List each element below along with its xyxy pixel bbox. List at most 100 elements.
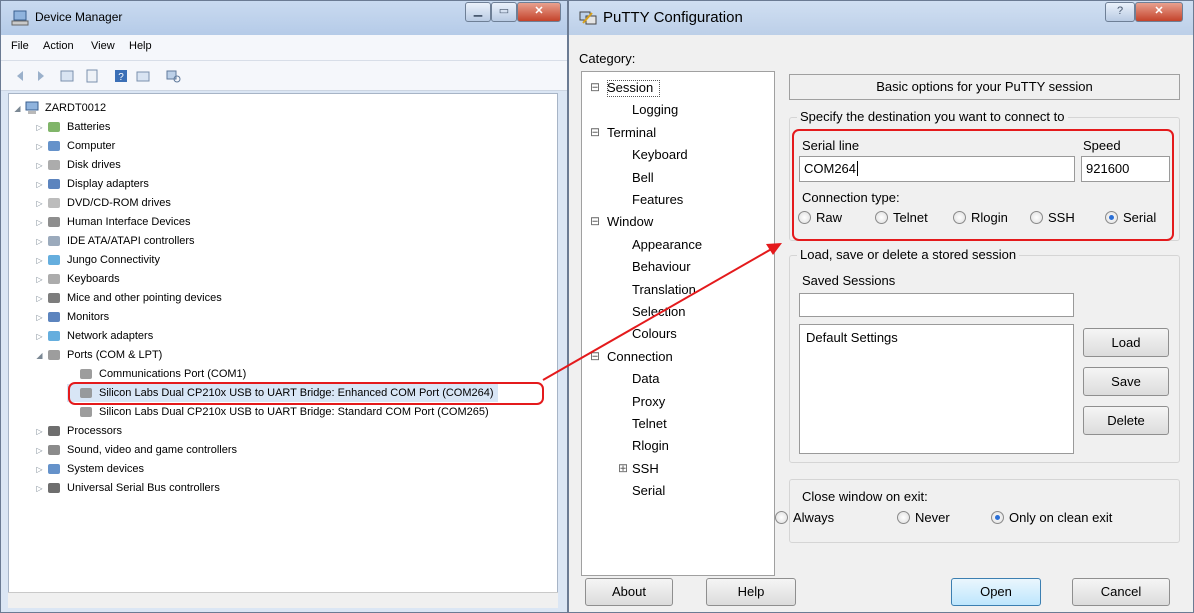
expand-icon[interactable]: ▷ (35, 199, 44, 208)
category-features[interactable]: Features (632, 192, 683, 207)
category-translation[interactable]: Translation (632, 282, 696, 297)
category-telnet[interactable]: Telnet (632, 416, 667, 431)
device-category[interactable]: ▷ Display adapters (35, 175, 149, 193)
expand-icon[interactable]: ▷ (35, 313, 44, 322)
category-keyboard[interactable]: Keyboard (632, 147, 688, 162)
category-connection[interactable]: Connection (607, 349, 673, 364)
category-appearance[interactable]: Appearance (632, 237, 702, 252)
category-behaviour[interactable]: Behaviour (632, 259, 691, 274)
category-window[interactable]: Window (607, 214, 653, 229)
collapse-icon[interactable]: ⊟ (590, 214, 600, 228)
collapse-icon[interactable]: ⊟ (590, 80, 600, 94)
expand-icon[interactable]: ▷ (35, 446, 44, 455)
device-category[interactable]: ▷ Monitors (35, 308, 109, 326)
close-never-radio[interactable]: Never (897, 510, 950, 525)
collapse-icon[interactable]: ◢ (35, 351, 44, 360)
device-category[interactable]: ▷ Universal Serial Bus controllers (35, 479, 219, 497)
menu-help[interactable]: Help (129, 40, 152, 52)
saved-session-input[interactable] (799, 293, 1074, 317)
expand-icon[interactable]: ▷ (35, 180, 44, 189)
help-icon[interactable]: ? (113, 68, 129, 84)
device-category[interactable]: ▷ Keyboards (35, 270, 119, 288)
category-selection[interactable]: Selection (632, 304, 685, 319)
expand-icon[interactable]: ▷ (35, 332, 44, 341)
category-data[interactable]: Data (632, 371, 659, 386)
device-category[interactable]: ▷ Disk drives (35, 156, 120, 174)
back-icon[interactable] (13, 68, 29, 84)
device-category[interactable]: ▷ Sound, video and game controllers (35, 441, 237, 459)
close-only-on-clean-exit-radio[interactable]: Only on clean exit (991, 510, 1112, 525)
device-item[interactable]: Silicon Labs Dual CP210x USB to UART Bri… (67, 403, 489, 421)
show-hidden-icon[interactable] (84, 68, 100, 84)
scan-hardware-icon[interactable] (165, 68, 181, 84)
device-category[interactable]: ▷ IDE ATA/ATAPI controllers (35, 232, 195, 250)
about-button[interactable]: About (585, 578, 673, 606)
device-category[interactable]: ▷ Network adapters (35, 327, 153, 345)
close-always-radio[interactable]: Always (775, 510, 834, 525)
putty-close-button[interactable]: ✕ (1135, 2, 1183, 22)
close-button[interactable]: ✕ (517, 2, 561, 22)
panel-header: Basic options for your PuTTY session (789, 74, 1180, 100)
expand-icon[interactable]: ▷ (35, 294, 44, 303)
expand-icon[interactable]: ▷ (35, 161, 44, 170)
category-serial[interactable]: Serial (632, 483, 665, 498)
session-default-settings[interactable]: Default Settings (800, 325, 1073, 350)
category-bell[interactable]: Bell (632, 170, 654, 185)
menu-file[interactable]: File (11, 40, 29, 52)
radio-button-icon[interactable] (897, 511, 910, 524)
help-caption-button[interactable]: ? (1105, 2, 1135, 22)
device-category[interactable]: ▷ Mice and other pointing devices (35, 289, 221, 307)
expand-icon[interactable]: ⊞ (618, 461, 628, 475)
load-button[interactable]: Load (1083, 328, 1169, 357)
device-category[interactable]: ▷ DVD/CD-ROM drives (35, 194, 170, 212)
expand-icon[interactable]: ▷ (35, 256, 44, 265)
device-label: IDE ATA/ATAPI controllers (67, 235, 195, 247)
expand-icon[interactable]: ▷ (35, 123, 44, 132)
save-button[interactable]: Save (1083, 367, 1169, 396)
category-ssh[interactable]: SSH (632, 461, 659, 476)
help-button[interactable]: Help (706, 578, 796, 606)
device-item[interactable]: Communications Port (COM1) (67, 365, 246, 383)
category-session[interactable]: Session (607, 80, 653, 95)
menu-view[interactable]: View (91, 40, 115, 52)
device-tree: ◢ ZARDT0012 ▷ Batteries ▷ Computer ▷ Disk dri… (8, 93, 558, 593)
putty-icon (579, 11, 597, 25)
expand-icon[interactable]: ▷ (35, 218, 44, 227)
update-driver-icon[interactable] (135, 68, 151, 84)
device-category[interactable]: ▷ Human Interface Devices (35, 213, 190, 231)
radio-button-icon[interactable] (991, 511, 1004, 524)
expand-icon[interactable]: ▷ (35, 484, 44, 493)
collapse-icon[interactable]: ⊟ (590, 125, 600, 139)
category-proxy[interactable]: Proxy (632, 394, 665, 409)
properties-icon[interactable] (59, 68, 75, 84)
device-category[interactable]: ▷ Computer (35, 137, 115, 155)
expand-icon[interactable]: ▷ (35, 275, 44, 284)
expand-icon[interactable]: ▷ (35, 237, 44, 246)
category-rlogin[interactable]: Rlogin (632, 438, 669, 453)
window-title: Device Manager (35, 10, 123, 24)
maximize-button[interactable]: ▭ (491, 2, 517, 22)
collapse-icon[interactable]: ⊟ (590, 349, 600, 363)
cancel-button[interactable]: Cancel (1072, 578, 1170, 606)
delete-button[interactable]: Delete (1083, 406, 1169, 435)
category-colours[interactable]: Colours (632, 326, 677, 341)
category-logging[interactable]: Logging (632, 102, 678, 117)
expand-icon[interactable]: ▷ (35, 142, 44, 151)
expand-icon[interactable]: ▷ (35, 427, 44, 436)
device-category[interactable]: ▷ Batteries (35, 118, 110, 136)
radio-button-icon[interactable] (775, 511, 788, 524)
minimize-button[interactable]: ▁ (465, 2, 491, 22)
device-category[interactable]: ▷ System devices (35, 460, 144, 478)
device-category[interactable]: ◢ Ports (COM & LPT) (35, 346, 162, 364)
expand-icon[interactable]: ▷ (35, 465, 44, 474)
collapse-icon[interactable]: ◢ (13, 104, 22, 113)
forward-icon[interactable] (32, 68, 48, 84)
menu-action[interactable]: Action (43, 40, 74, 52)
open-button[interactable]: Open (951, 578, 1041, 606)
port-icon (78, 405, 94, 419)
tree-root-computer[interactable]: ◢ ZARDT0012 (13, 99, 106, 117)
device-category[interactable]: ▷ Jungo Connectivity (35, 251, 160, 269)
device-category[interactable]: ▷ Processors (35, 422, 122, 440)
sessions-list[interactable]: Default Settings (799, 324, 1074, 454)
category-terminal[interactable]: Terminal (607, 125, 656, 140)
